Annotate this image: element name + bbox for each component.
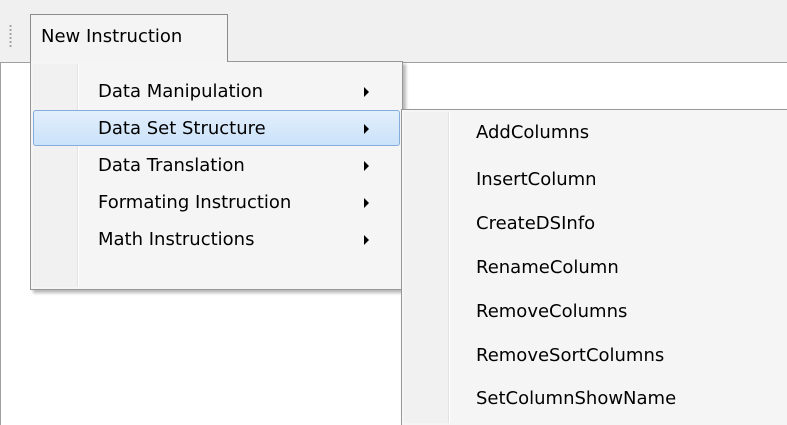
menu-item-label: RemoveColumns [476, 301, 628, 322]
submenu-item-setcolumnshowname[interactable]: SetColumnShowName [404, 380, 784, 416]
menu-item-formating-instruction[interactable]: Formating Instruction [33, 184, 400, 220]
toolbar-grip-icon[interactable] [9, 24, 12, 48]
menu-item-label: RenameColumn [476, 257, 619, 278]
submenu-item-insertcolumn[interactable]: InsertColumn [404, 161, 784, 197]
menu-item-math-instructions[interactable]: Math Instructions [33, 221, 400, 257]
submenu-arrow-icon [364, 235, 369, 245]
menu-item-data-set-structure[interactable]: Data Set Structure [33, 110, 400, 146]
data-set-structure-submenu: AddColumns InsertColumn CreateDSInfo Ren… [401, 109, 787, 425]
submenu-arrow-icon [364, 198, 369, 208]
submenu-arrow-icon [364, 161, 369, 171]
menu-item-label: Math Instructions [98, 229, 255, 250]
submenu-arrow-icon [364, 124, 369, 134]
menu-item-label: CreateDSInfo [476, 213, 596, 234]
menu-item-label: InsertColumn [476, 169, 597, 190]
new-instruction-dropdown: Data Manipulation Data Set Structure Dat… [30, 61, 403, 290]
menu-item-label: Data Set Structure [98, 118, 266, 139]
submenu-arrow-icon [364, 87, 369, 97]
submenu-item-addcolumns[interactable]: AddColumns [404, 114, 784, 150]
submenu-item-renamecolumn[interactable]: RenameColumn [404, 249, 784, 285]
menu-item-label: SetColumnShowName [476, 388, 677, 409]
menu-item-data-manipulation[interactable]: Data Manipulation [33, 73, 400, 109]
menu-item-label: Formating Instruction [98, 192, 292, 213]
menu-new-instruction[interactable]: New Instruction [30, 14, 228, 62]
submenu-item-removesortcolumns[interactable]: RemoveSortColumns [404, 337, 784, 373]
menu-item-label: AddColumns [476, 122, 590, 143]
content-border-left [0, 62, 1, 425]
menu-item-data-translation[interactable]: Data Translation [33, 147, 400, 183]
menu-item-label: RemoveSortColumns [476, 345, 665, 366]
menu-item-label: Data Translation [98, 155, 245, 176]
submenu-item-createdsinfo[interactable]: CreateDSInfo [404, 205, 784, 241]
menu-item-label: Data Manipulation [98, 81, 264, 102]
submenu-item-removecolumns[interactable]: RemoveColumns [404, 293, 784, 329]
